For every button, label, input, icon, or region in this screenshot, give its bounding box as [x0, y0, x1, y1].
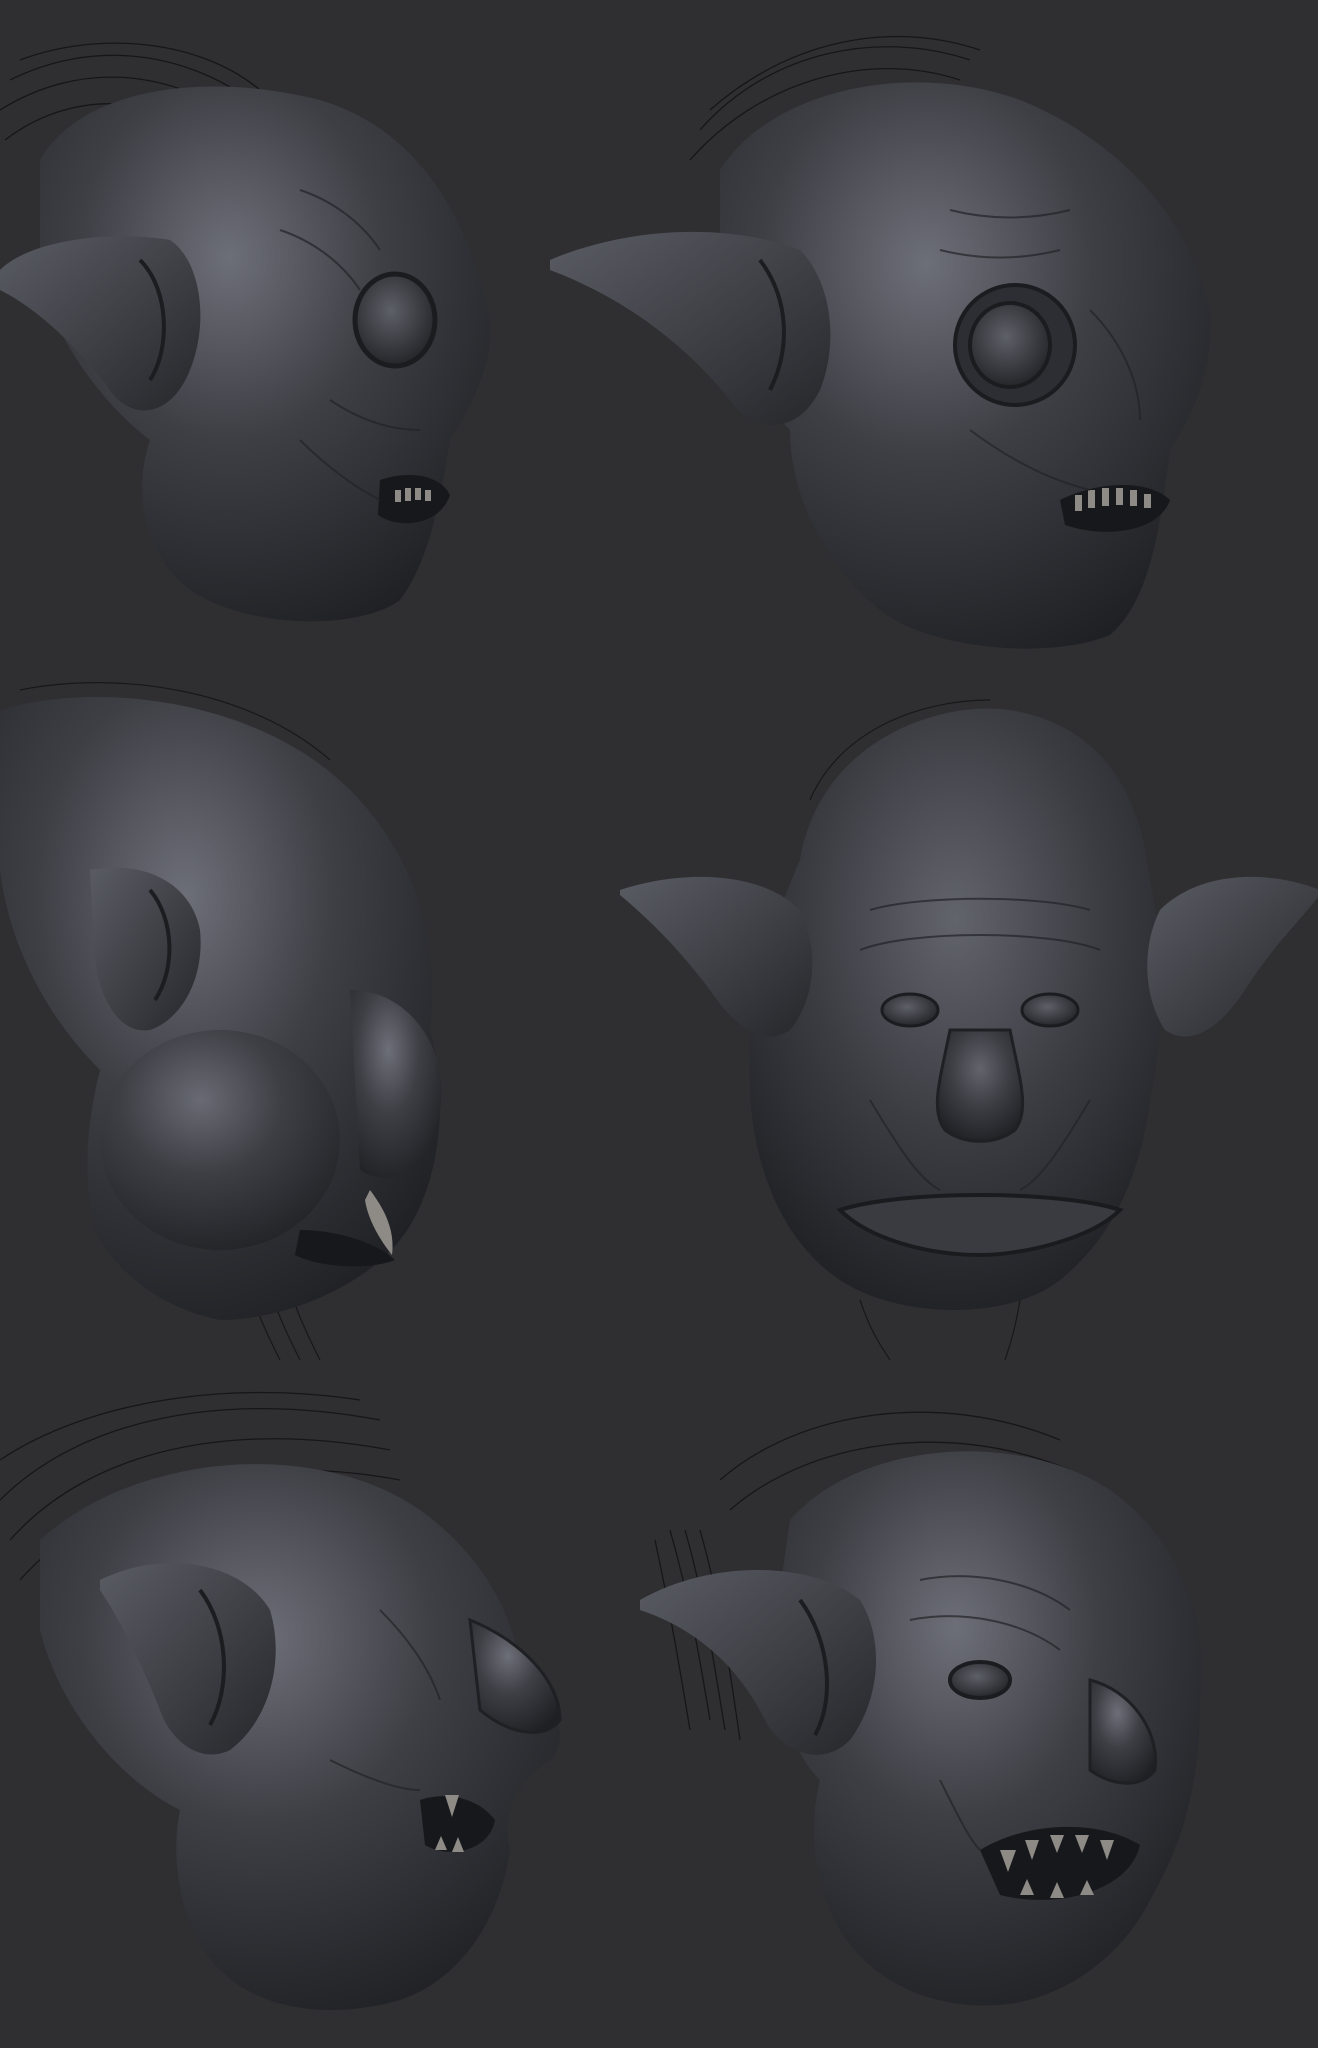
goblin-head-6 — [640, 1380, 1210, 2020]
pointed-ear — [640, 1570, 877, 1755]
eye — [948, 1660, 1012, 1700]
sculpt-sheet — [0, 0, 1318, 2048]
bulging-eye — [352, 271, 438, 369]
pointed-ear — [550, 231, 831, 425]
left-eye — [880, 992, 940, 1028]
right-eye — [1020, 992, 1080, 1028]
goblin-head-1 — [0, 20, 520, 640]
goblin-head-4 — [620, 680, 1318, 1361]
right-pointed-ear — [1147, 876, 1318, 1037]
skull — [40, 1464, 560, 2010]
goblin-head-3 — [0, 670, 470, 1370]
flat-nose — [935, 1028, 1025, 1143]
left-pointed-ear — [620, 876, 813, 1037]
goblin-head-2 — [550, 10, 1220, 650]
swollen-cheek — [100, 1030, 340, 1250]
goblin-head-5 — [0, 1380, 570, 2020]
bulging-eye — [968, 301, 1052, 389]
